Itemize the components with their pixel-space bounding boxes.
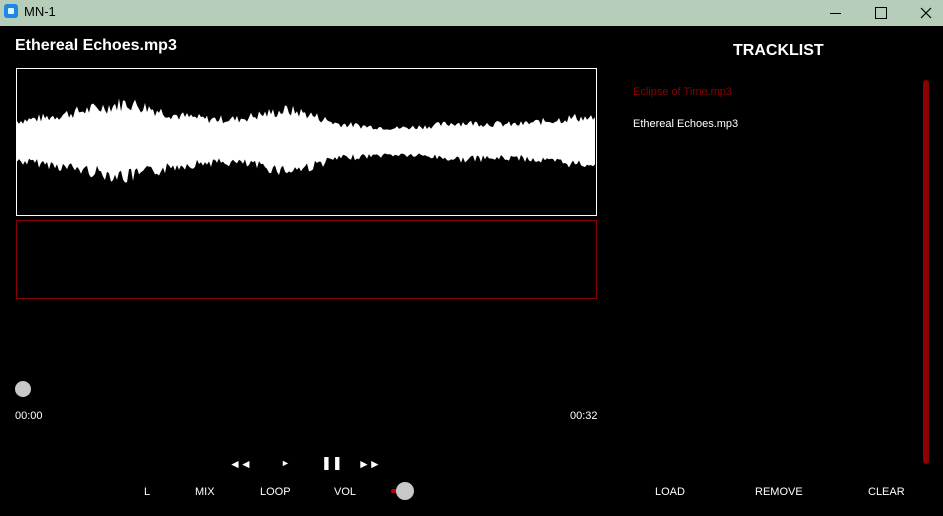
total-time: 00:32 [570, 410, 598, 422]
rewind-button[interactable]: ◄◄ [229, 458, 252, 470]
tracklist-item[interactable]: Ethereal Echoes.mp3 [633, 118, 738, 130]
waveform-display[interactable] [16, 68, 597, 216]
close-button[interactable] [903, 0, 943, 26]
load-button[interactable]: LOAD [655, 486, 685, 498]
minimize-button[interactable] [812, 0, 858, 26]
tracklist-item[interactable]: Eclipse of Time.mp3 [633, 86, 732, 98]
tracklist-scrollbar[interactable] [923, 80, 929, 464]
app-icon [4, 4, 18, 18]
fast-forward-button[interactable]: ►► [358, 458, 381, 470]
pause-button[interactable]: ❚❚ [321, 456, 343, 469]
window-title: MN-1 [24, 4, 56, 19]
elapsed-time: 00:00 [15, 410, 43, 422]
waveform-graph [17, 98, 595, 183]
loop-button[interactable]: LOOP [260, 486, 291, 498]
play-button[interactable]: ► [281, 459, 290, 468]
tracklist-heading: TRACKLIST [733, 42, 824, 59]
volume-slider-handle[interactable] [396, 482, 414, 500]
close-icon [920, 7, 932, 19]
position-slider-handle[interactable] [15, 381, 31, 397]
maximize-icon [875, 7, 887, 19]
l-button[interactable]: L [144, 486, 150, 498]
volume-label: VOL [334, 486, 357, 498]
clear-button[interactable]: CLEAR [868, 486, 905, 498]
current-track-title: Ethereal Echoes.mp3 [15, 37, 177, 54]
title-bar: MN-1 [0, 0, 943, 26]
remove-button[interactable]: REMOVE [755, 486, 803, 498]
secondary-display-panel [16, 220, 597, 299]
minimize-icon [829, 12, 841, 14]
mix-button[interactable]: MIX [195, 486, 215, 498]
maximize-button[interactable] [858, 0, 904, 26]
